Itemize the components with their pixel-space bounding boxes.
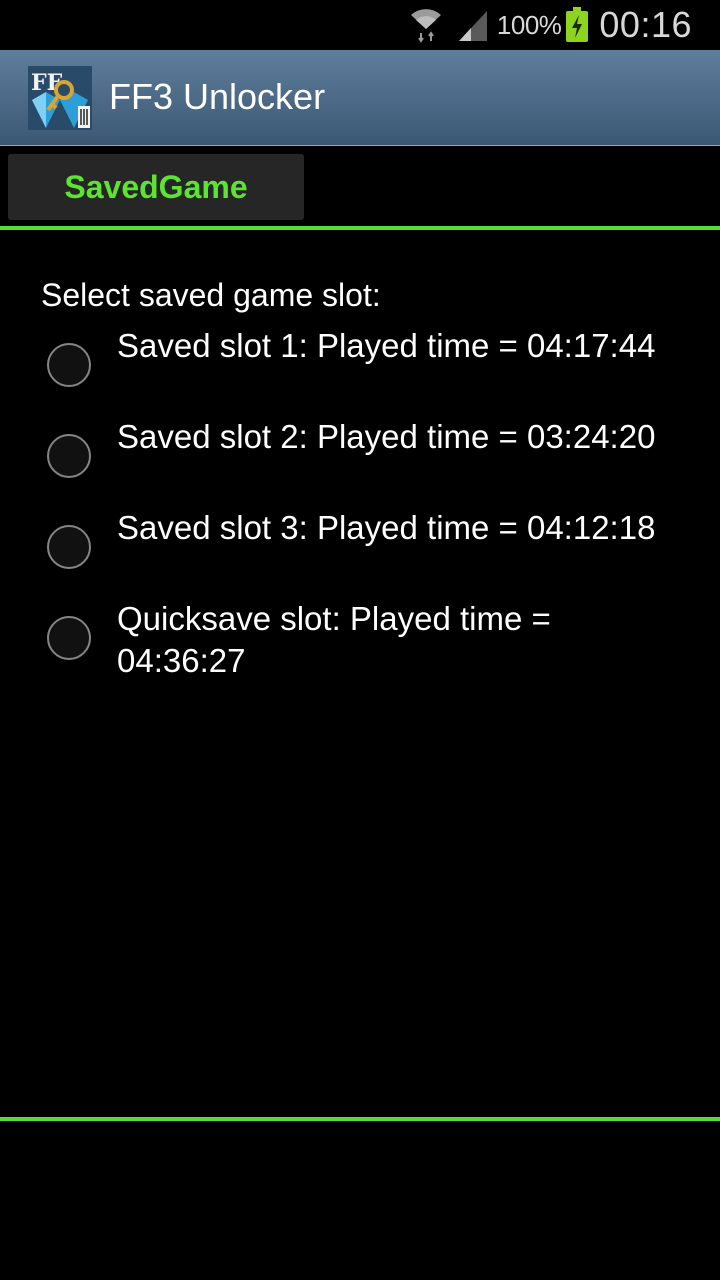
tab-savedgame[interactable]: SavedGame [8, 154, 304, 220]
radio-button-circle[interactable] [47, 434, 91, 478]
radio-button-circle[interactable] [47, 616, 91, 660]
action-bar: FF FF3 Unlocker [0, 50, 720, 146]
clock: 00:16 [599, 4, 692, 45]
radio-label: Quicksave slot: Played time = 04:36:27 [117, 600, 551, 679]
app-icon[interactable]: FF [28, 66, 92, 130]
tab-indicator [0, 226, 720, 230]
bottom-divider [0, 1117, 720, 1121]
radio-label: Saved slot 1: Played time = 04:17:44 [117, 327, 656, 364]
battery-percent: 100% [496, 9, 562, 40]
radio-button-circle[interactable] [47, 343, 91, 387]
radio-button-circle[interactable] [47, 525, 91, 569]
battery-charging-icon [566, 7, 589, 42]
status-bar: 100% 00:16 [0, 0, 720, 50]
radio-saved-slot-2[interactable]: Saved slot 2: Played time = 03:24:20 [0, 416, 720, 506]
select-slot-prompt: Select saved game slot: [41, 277, 381, 313]
radio-label: Saved slot 2: Played time = 03:24:20 [117, 418, 656, 455]
status-icons: 100% 00:16 [409, 0, 692, 50]
wifi-icon [410, 9, 441, 43]
app-title: FF3 Unlocker [109, 76, 326, 117]
signal-icon [458, 11, 487, 41]
radio-saved-slot-1[interactable]: Saved slot 1: Played time = 04:17:44 [0, 325, 720, 415]
radio-quicksave-slot[interactable]: Quicksave slot: Played time = 04:36:27 [0, 598, 720, 688]
radio-label: Saved slot 3: Played time = 04:12:18 [117, 509, 656, 546]
radio-saved-slot-3[interactable]: Saved slot 3: Played time = 04:12:18 [0, 507, 720, 597]
